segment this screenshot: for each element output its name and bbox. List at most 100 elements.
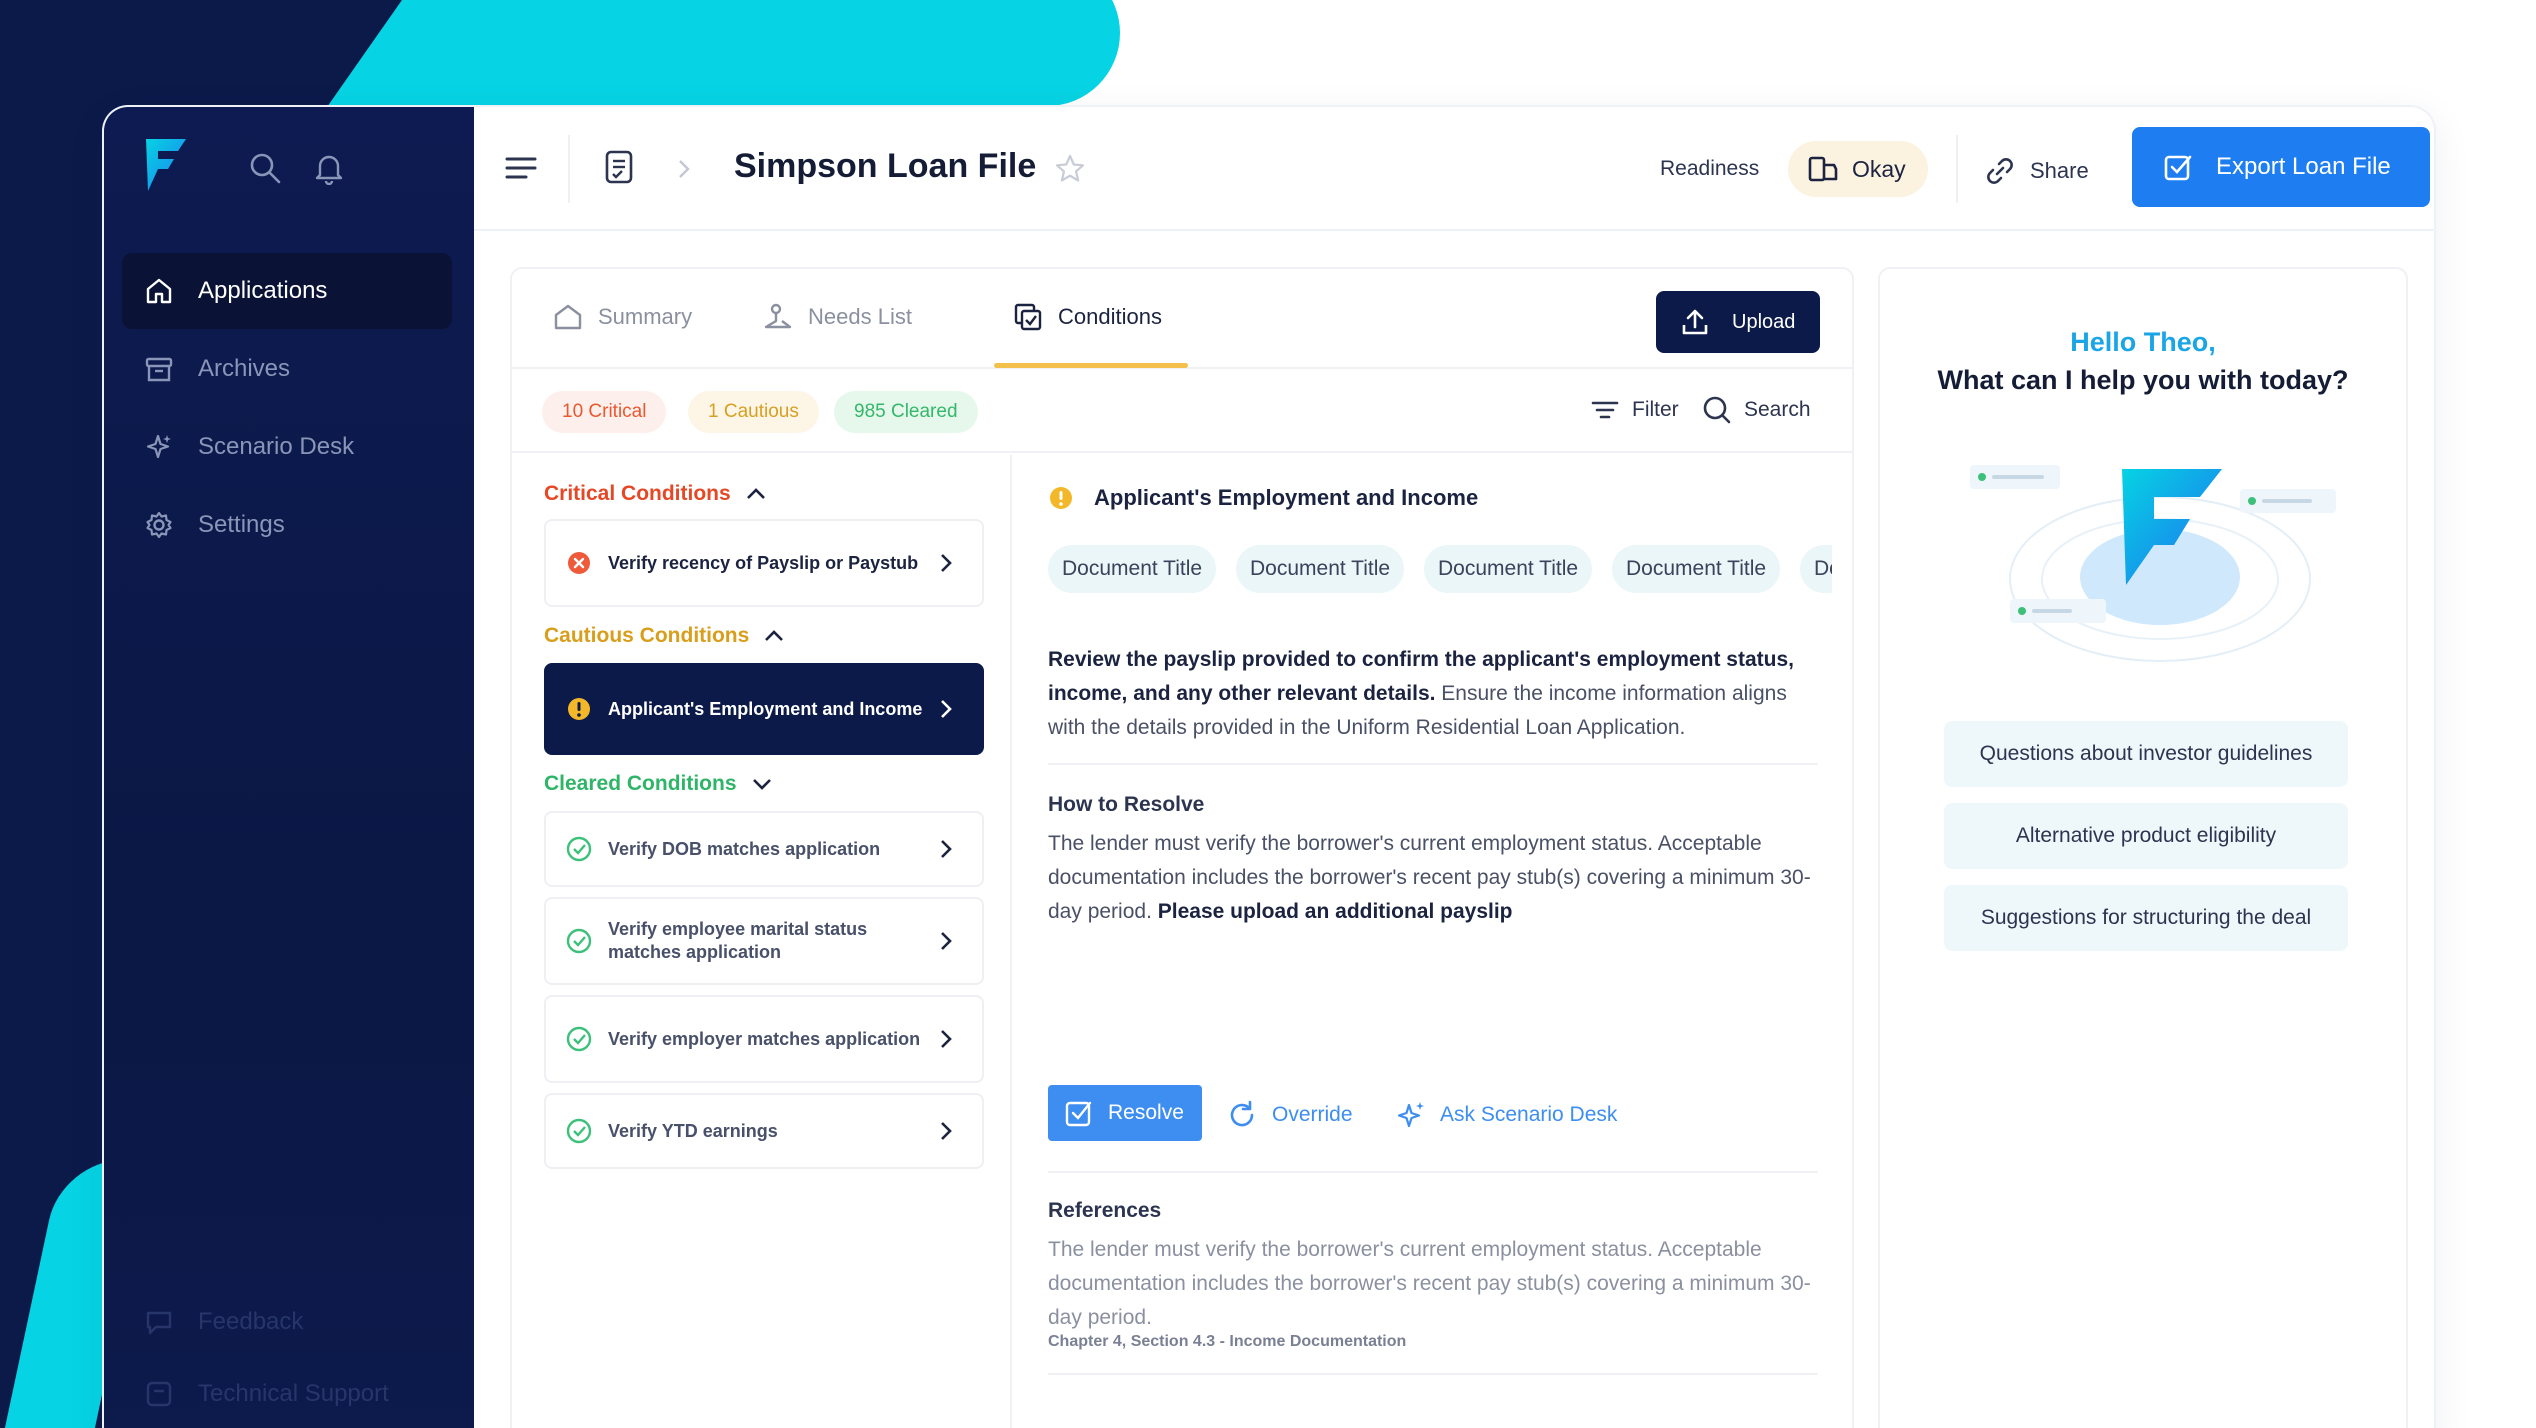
upload-label: Upload <box>1732 310 1796 333</box>
tab-conditions[interactable]: Conditions <box>1012 301 1162 333</box>
condition-card-cleared[interactable]: Verify employee marital status matches a… <box>544 897 984 985</box>
ask-scenario-desk-button[interactable]: Ask Scenario Desk <box>1396 1099 1617 1131</box>
cleared-conditions-header[interactable]: Cleared Conditions <box>544 771 775 797</box>
search-icon <box>1703 396 1731 424</box>
ask-label: Ask Scenario Desk <box>1440 1103 1618 1126</box>
condition-label: Verify employee marital status matches a… <box>608 919 868 962</box>
header-divider <box>1956 135 1958 203</box>
upload-button[interactable]: Upload <box>1656 291 1820 353</box>
suggestion-structuring-deal[interactable]: Suggestions for structuring the deal <box>1944 885 2348 951</box>
filter-button[interactable]: Filter <box>1590 395 1679 425</box>
critical-conditions-header[interactable]: Critical Conditions <box>544 481 769 507</box>
link-icon <box>1987 158 2013 184</box>
sidebar-item-archives[interactable]: Archives <box>122 331 452 407</box>
bell-icon[interactable] <box>312 151 346 185</box>
how-to-resolve-text: The lender must verify the borrower's cu… <box>1048 827 1828 929</box>
sidebar-item-label: Technical Support <box>198 1380 389 1407</box>
divider <box>1048 763 1818 765</box>
document-chip[interactable]: Doc <box>1800 545 1832 593</box>
tab-label: Needs List <box>808 304 912 329</box>
checkbox-icon <box>1065 1101 1092 1127</box>
detail-description: Review the payslip provided to confirm t… <box>1048 643 1828 745</box>
sidebar-item-settings[interactable]: Settings <box>122 487 452 563</box>
condition-detail: Applicant's Employment and Income Docume… <box>1032 455 1832 1428</box>
document-chip[interactable]: Document Title <box>1048 545 1217 593</box>
assistant-illustration-icon <box>1970 465 2336 662</box>
check-circle-icon <box>566 836 592 862</box>
filter-label: Filter <box>1632 398 1679 421</box>
search-icon[interactable] <box>248 151 282 185</box>
favorite-star-icon[interactable] <box>1054 153 1086 185</box>
document-chip[interactable]: Document Title <box>1236 545 1405 593</box>
main-area: Simpson Loan File Readiness Okay Share E… <box>474 107 2434 1428</box>
search-label: Search <box>1744 398 1811 421</box>
menu-icon[interactable] <box>504 153 538 183</box>
condition-label: Verify employer matches application <box>608 1028 921 1049</box>
sparkle-icon <box>146 434 171 459</box>
sidebar-item-applications[interactable]: Applications <box>122 253 452 329</box>
divider <box>1048 1171 1818 1173</box>
export-loan-file-button[interactable]: Export Loan File <box>2132 127 2430 207</box>
condition-label: Verify DOB matches application <box>608 838 881 859</box>
tab-needs-list[interactable]: Needs List <box>762 301 912 333</box>
tab-label: Conditions <box>1058 304 1162 329</box>
sidebar-item-feedback[interactable]: Feedback <box>144 1307 464 1337</box>
condition-card-cleared[interactable]: Verify YTD earnings <box>544 1093 984 1169</box>
warning-icon <box>568 698 590 720</box>
assistant-question: What can I help you with today? <box>1937 365 2349 395</box>
sidebar-item-technical-support[interactable]: Technical Support <box>144 1379 464 1409</box>
document-chip[interactable]: Document Title <box>1612 545 1781 593</box>
suggestion-product-eligibility[interactable]: Alternative product eligibility <box>1944 803 2348 869</box>
condition-card-critical[interactable]: Verify recency of Payslip or Paystub <box>544 519 984 607</box>
cleared-count-chip[interactable]: 985 Cleared <box>834 391 978 433</box>
tab-summary[interactable]: Summary <box>552 301 692 333</box>
chevron-right-icon <box>941 1030 952 1048</box>
home-icon <box>146 278 172 304</box>
override-button[interactable]: Override <box>1226 1099 1353 1131</box>
chevron-down-icon <box>752 779 771 790</box>
group-title: Cleared Conditions <box>544 772 737 795</box>
loan-file-icon[interactable] <box>604 149 636 187</box>
brand-logo-icon[interactable] <box>144 137 188 193</box>
references-text: The lender must verify the borrower's cu… <box>1048 1238 1811 1329</box>
cautious-count-chip[interactable]: 1 Cautious <box>688 391 819 433</box>
readiness-status-badge[interactable]: Okay <box>1788 141 1928 197</box>
condition-list: Critical Conditions Verify recency of Pa… <box>512 455 1012 1428</box>
override-label: Override <box>1272 1103 1353 1126</box>
support-icon <box>146 1381 172 1407</box>
share-button[interactable]: Share <box>1984 155 2089 187</box>
critical-count-chip[interactable]: 10 Critical <box>542 391 667 433</box>
header: Simpson Loan File Readiness Okay Share E… <box>474 107 2434 231</box>
filter-bar: 10 Critical 1 Cautious 985 Cleared Filte… <box>512 369 1852 453</box>
breadcrumb-chevron-icon <box>679 160 690 178</box>
sidebar-item-scenario-desk[interactable]: Scenario Desk <box>122 409 452 485</box>
conditions-panel: Summary Needs List Conditions Upload 10 … <box>510 267 1854 1428</box>
document-chip[interactable]: Document Title <box>1424 545 1593 593</box>
search-button[interactable]: Search <box>1702 395 1811 425</box>
cautious-conditions-header[interactable]: Cautious Conditions <box>544 623 787 649</box>
how-bold: Please upload an additional payslip <box>1151 900 1513 923</box>
chevron-right-icon <box>941 932 952 950</box>
group-title: Cautious Conditions <box>544 624 750 647</box>
chevron-right-icon <box>941 554 952 572</box>
resolve-button[interactable]: Resolve <box>1048 1085 1202 1141</box>
sidebar-item-label: Scenario Desk <box>198 433 355 460</box>
detail-title-text: Applicant's Employment and Income <box>1094 485 1479 510</box>
gear-icon <box>146 511 172 539</box>
share-label: Share <box>2030 158 2089 183</box>
app-window: Applications Archives Scenario Desk Sett… <box>104 107 2434 1428</box>
error-icon <box>568 552 590 574</box>
suggestion-investor-guidelines[interactable]: Questions about investor guidelines <box>1944 721 2348 787</box>
condition-card-cleared[interactable]: Verify DOB matches application <box>544 811 984 887</box>
resolve-label: Resolve <box>1108 1101 1184 1124</box>
filter-icon <box>1591 401 1619 419</box>
gauge-icon <box>1808 156 1838 182</box>
condition-card-cleared[interactable]: Verify employer matches application <box>544 995 984 1083</box>
reference-citation[interactable]: Chapter 4, Section 4.3 - Income Document… <box>1048 1333 1406 1351</box>
condition-card-cautious[interactable]: Applicant's Employment and Income <box>544 663 984 755</box>
check-circle-icon <box>566 1026 592 1052</box>
active-tab-indicator <box>994 363 1188 368</box>
references-title: References <box>1048 1199 1162 1222</box>
archive-icon <box>145 357 173 382</box>
sidebar-item-label: Archives <box>198 355 291 382</box>
